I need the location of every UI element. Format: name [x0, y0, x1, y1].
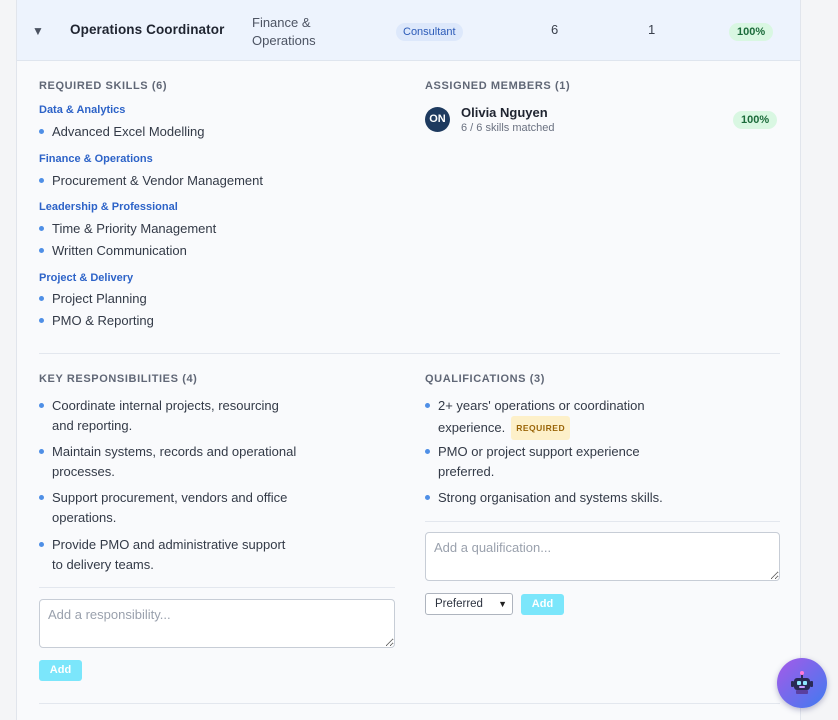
bullet-icon — [39, 296, 44, 301]
qualification-item: 2+ years' operations or coordination expe… — [425, 396, 645, 440]
member-skills-matched: 6 / 6 skills matched — [461, 122, 555, 134]
responsibilities-divider — [39, 587, 395, 588]
bullet-icon — [39, 226, 44, 231]
add-responsibility-button[interactable]: Add — [39, 660, 82, 681]
member-coverage-badge: 100% — [733, 111, 778, 129]
responsibility-item: Maintain systems, records and operationa… — [39, 442, 296, 482]
section-divider — [39, 353, 780, 354]
coverage-badge: 100% — [729, 23, 774, 41]
required-tag: REQUIRED — [511, 416, 571, 440]
bullet-icon — [39, 248, 44, 253]
bullet-icon — [425, 403, 430, 408]
responsibilities-heading: KEY RESPONSIBILITIES (4) — [39, 373, 198, 385]
bottom-divider — [39, 703, 780, 704]
bullet-icon — [39, 178, 44, 183]
skill-item: Time & Priority Management — [39, 219, 216, 239]
qualification-item: Strong organisation and systems skills. — [425, 488, 663, 508]
skill-category-label: Leadership & Professional — [39, 201, 178, 213]
bullet-icon — [39, 129, 44, 134]
responsibility-item: Support procurement, vendors and office o… — [39, 488, 287, 528]
bullet-icon — [425, 449, 430, 454]
bullet-icon — [39, 318, 44, 323]
skill-item: Written Communication — [39, 241, 187, 261]
members-count: 1 — [648, 22, 656, 37]
skill-item: PMO & Reporting — [39, 311, 154, 331]
skill-item: Advanced Excel Modelling — [39, 122, 204, 142]
assigned-members-heading: ASSIGNED MEMBERS (1) — [425, 80, 571, 92]
responsibility-item: Coordinate internal projects, resourcing… — [39, 396, 279, 436]
add-qualification-button[interactable]: Add — [521, 594, 564, 615]
member-name[interactable]: Olivia Nguyen — [461, 105, 548, 120]
responsibility-input[interactable] — [39, 599, 395, 648]
role-title: Operations Coordinator — [70, 22, 225, 37]
qualification-input[interactable] — [425, 532, 780, 581]
chevron-down-icon: ▼ — [498, 599, 507, 609]
bullet-icon — [39, 403, 44, 408]
qualifications-heading: QUALIFICATIONS (3) — [425, 373, 545, 385]
qualification-type-select[interactable]: Preferred ▼ — [425, 593, 513, 615]
role-type-badge: Consultant — [396, 23, 463, 41]
avatar[interactable]: ON — [425, 107, 450, 132]
bullet-icon — [425, 495, 430, 500]
required-skills-heading: REQUIRED SKILLS (6) — [39, 80, 168, 92]
responsibility-item: Provide PMO and administrative support to… — [39, 535, 285, 575]
role-department: Finance & Operations — [252, 15, 316, 48]
bullet-icon — [39, 449, 44, 454]
assistant-button[interactable] — [777, 658, 827, 708]
expand-chevron-icon[interactable]: ▼ — [32, 24, 44, 38]
page-gutter — [805, 0, 838, 720]
skills-count: 6 — [551, 22, 559, 37]
skill-category-label: Data & Analytics — [39, 104, 126, 116]
skill-category-label: Finance & Operations — [39, 153, 153, 165]
skill-category-label: Project & Delivery — [39, 272, 134, 284]
robot-assistant-icon — [791, 671, 813, 694]
role-detail-panel: ▼ Operations Coordinator Finance & Opera… — [16, 0, 801, 720]
qualifications-divider — [425, 521, 780, 522]
qualification-item: PMO or project support experience preferr… — [425, 442, 640, 482]
skill-item: Procurement & Vendor Management — [39, 171, 263, 191]
role-row[interactable]: ▼ Operations Coordinator Finance & Opera… — [17, 0, 800, 61]
bullet-icon — [39, 495, 44, 500]
skill-item: Project Planning — [39, 289, 147, 309]
bullet-icon — [39, 542, 44, 547]
